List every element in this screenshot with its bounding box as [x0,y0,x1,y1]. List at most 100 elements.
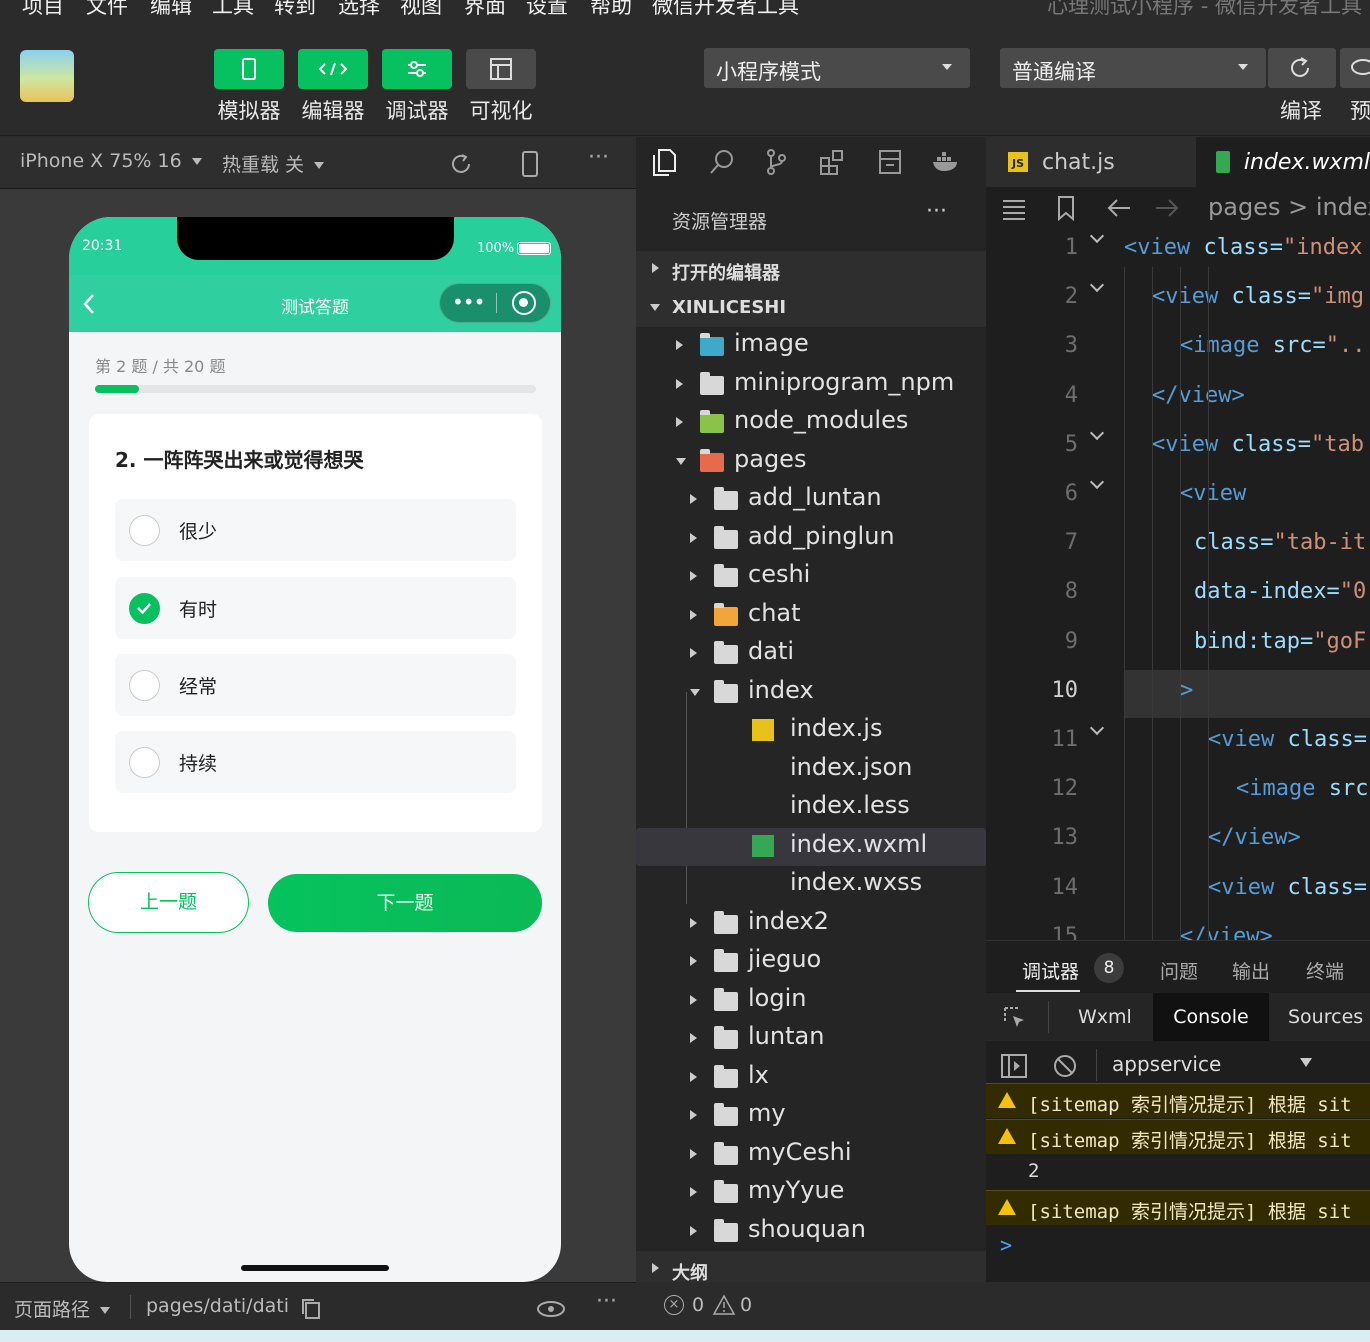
menu-item[interactable]: 设置 [526,0,568,20]
tree-item-myceshi[interactable]: myCeshi [636,1136,986,1174]
console-warning-row[interactable]: [sitemap 索引情况提示] 根据 sit [986,1083,1370,1118]
app-avatar[interactable] [20,50,74,102]
search-icon[interactable] [702,137,742,187]
sources-tab[interactable]: Sources [1288,1006,1363,1028]
tree-item-shouquan[interactable]: shouquan [636,1213,986,1251]
capsule-menu[interactable]: ••• [439,283,551,323]
project-section[interactable]: XINLICESHI [636,289,986,327]
source-control-icon[interactable] [756,137,796,187]
close-target-icon[interactable] [512,291,536,315]
files-icon[interactable] [644,137,684,187]
fold-chevron-icon[interactable] [1089,278,1105,293]
option-item[interactable]: 有时 [115,577,516,639]
extensions-icon[interactable] [812,137,852,187]
tree-item-add-luntan[interactable]: add_luntan [636,481,986,519]
tree-item-add-pinglun[interactable]: add_pinglun [636,520,986,558]
page-path-select[interactable]: 页面路径 [14,1295,111,1322]
tree-item-index2[interactable]: index2 [636,905,986,943]
explorer-more-button[interactable]: ··· [926,199,947,224]
option-item[interactable]: 经常 [115,654,516,716]
tree-item-image[interactable]: image [636,327,986,365]
tree-item-index-json[interactable]: index.json [636,751,986,789]
warning-count[interactable]: 0 [740,1294,752,1316]
tree-item-jieguo[interactable]: jieguo [636,943,986,981]
tree-item-node-modules[interactable]: node_modules [636,404,986,442]
tree-item-index-less[interactable]: index.less [636,789,986,827]
tree-item-myyyue[interactable]: myYyue [636,1174,986,1212]
code-area[interactable]: 1 <view class="index 2 <view class="img 3 <im… [986,227,1370,940]
tree-item-index-wxss[interactable]: index.wxss [636,866,986,904]
clear-console-icon[interactable] [1052,1053,1078,1079]
menu-item[interactable]: 工具 [212,0,254,20]
more-icon[interactable]: ··· [588,145,609,170]
terminal-tab[interactable]: 终端 [1306,957,1344,984]
compile-select[interactable]: 普通编译 [1000,48,1266,88]
output-tab[interactable]: 输出 [1232,957,1270,984]
fold-chevron-icon[interactable] [1089,720,1105,736]
context-select[interactable]: appservice [1112,1052,1352,1082]
more-icon[interactable]: ··· [596,1289,617,1314]
bookmark-icon[interactable] [1056,195,1076,221]
radio-checked[interactable] [129,593,160,624]
tab-chat-js[interactable]: JS chat.js [986,137,1196,187]
console-log-row[interactable]: 2 [986,1154,1370,1189]
tree-item-index-js[interactable]: index.js [636,712,986,750]
problems-tab[interactable]: 问题 [1160,957,1198,984]
error-icon[interactable]: × [664,1295,684,1315]
menu-item[interactable]: 文件 [86,0,128,20]
console-tab[interactable]: Console [1153,993,1269,1041]
menu-item[interactable]: 选择 [338,0,380,20]
menu-item[interactable]: 微信开发者工具 [652,0,799,20]
eye-icon[interactable] [536,1299,566,1319]
option-item[interactable]: 持续 [115,731,516,793]
tree-item-login[interactable]: login [636,982,986,1020]
page-layout-icon[interactable] [870,137,910,187]
forward-arrow-icon[interactable] [1154,197,1180,219]
tree-item-index[interactable]: index [636,674,986,712]
warning-icon[interactable] [712,1294,736,1316]
compile-button[interactable] [1268,48,1336,88]
menu-item[interactable]: 界面 [464,0,506,20]
radio-circle[interactable] [129,670,160,701]
tab-index-wxml[interactable]: index.wxml [1196,137,1370,187]
wxml-tab[interactable]: Wxml [1078,1006,1132,1028]
console-output[interactable]: [sitemap 索引情况提示] 根据 sit [sitemap 索引情况提示] … [986,1083,1370,1283]
menu-item[interactable]: 项目 [22,0,64,20]
editor-toggle-button[interactable] [298,49,368,89]
console-prompt[interactable]: > [1000,1233,1012,1257]
tree-item-index-wxml[interactable]: index.wxml [636,827,986,866]
device-frame-icon[interactable] [520,150,540,178]
tree-item-chat[interactable]: chat [636,597,986,635]
mode-select[interactable]: 小程序模式 [704,48,970,88]
preview-button[interactable] [1340,48,1370,88]
open-editors-section[interactable]: 打开的编辑器 [636,251,986,289]
console-warning-row[interactable]: [sitemap 索引情况提示] 根据 sit [986,1189,1370,1225]
back-arrow-icon[interactable] [1106,197,1132,219]
tree-item-pages[interactable]: pages [636,443,986,481]
menu-item[interactable]: 编辑 [150,0,192,20]
sidebar-toggle-icon[interactable] [1000,1053,1028,1079]
next-question-button[interactable]: 下一题 [268,874,542,932]
tree-item-lx[interactable]: lx [636,1059,986,1097]
device-select[interactable]: iPhone X 75% 16 [20,150,202,172]
debugger-toggle-button[interactable] [382,49,452,89]
menu-item[interactable]: 帮助 [590,0,632,20]
menu-item[interactable]: 转到 [274,0,316,20]
menu-item[interactable]: 视图 [400,0,442,20]
tree-item-my[interactable]: my [636,1097,986,1135]
more-dots-icon[interactable]: ••• [452,290,485,314]
tree-item-dati[interactable]: dati [636,635,986,673]
visual-toggle-button[interactable] [466,49,536,89]
error-count[interactable]: 0 [692,1294,704,1316]
fold-chevron-icon[interactable] [1089,228,1105,244]
tree-item-miniprogram-npm[interactable]: miniprogram_npm [636,366,986,404]
debugger-tab[interactable]: 调试器 [1022,957,1079,984]
inspect-cursor-icon[interactable] [1002,1005,1028,1031]
copy-icon[interactable] [300,1297,322,1321]
hot-reload-select[interactable]: 热重载 关 [222,150,325,177]
tree-item-luntan[interactable]: luntan [636,1020,986,1058]
option-item[interactable]: 很少 [115,499,516,561]
breadcrumb[interactable]: pages > index [1208,193,1370,221]
fold-chevron-icon[interactable] [1089,425,1105,440]
simulator-toggle-button[interactable] [214,49,284,89]
